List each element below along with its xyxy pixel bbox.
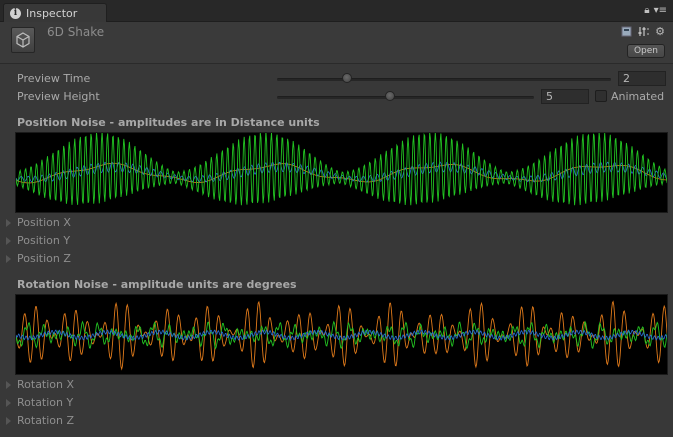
lock-icon[interactable]: 🔒︎	[644, 5, 649, 16]
foldout-rotation-y[interactable]: Rotation Y	[0, 395, 673, 411]
preview-height-slider[interactable]	[277, 96, 534, 99]
foldout-label: Rotation Z	[17, 414, 75, 427]
settings-sliders-icon[interactable]	[637, 26, 649, 38]
noise-waveform	[16, 133, 667, 206]
foldout-rotation-x[interactable]: Rotation X	[0, 377, 673, 393]
info-icon: i	[10, 7, 21, 19]
foldout-label: Position X	[17, 216, 71, 229]
foldout-position-z[interactable]: Position Z	[0, 251, 673, 267]
menu-icon[interactable]: ▾≡	[654, 5, 667, 16]
open-button[interactable]: Open	[627, 44, 665, 58]
preview-height-label: Preview Height	[17, 90, 100, 103]
tab-inspector[interactable]: i Inspector	[3, 3, 107, 22]
position-noise-title: Position Noise - amplitudes are in Dista…	[17, 116, 320, 129]
preview-time-field[interactable]: 2	[618, 71, 666, 86]
tab-inspector-label: Inspector	[26, 6, 78, 20]
rotation-noise-graph	[15, 294, 668, 375]
foldout-arrow-icon	[6, 417, 11, 425]
foldout-label: Rotation X	[17, 378, 75, 391]
foldout-label: Position Z	[17, 252, 71, 265]
position-noise-graph	[15, 132, 668, 213]
asset-title: 6D Shake	[47, 25, 105, 39]
preview-height-row: Preview Height 5 Animated	[0, 89, 673, 105]
animated-checkbox[interactable]	[595, 90, 607, 102]
animated-label: Animated	[611, 90, 665, 103]
unity-asset-icon	[11, 27, 35, 53]
preview-height-field[interactable]: 5	[541, 89, 589, 104]
object-header: 6D Shake ⚙ Open	[0, 22, 673, 64]
preview-time-slider[interactable]	[277, 78, 611, 81]
rotation-noise-title: Rotation Noise - amplitude units are deg…	[17, 278, 297, 291]
preview-height-slider-thumb[interactable]	[385, 91, 396, 101]
gear-icon[interactable]: ⚙	[654, 26, 666, 38]
script-icon[interactable]	[620, 26, 632, 38]
foldout-rotation-z[interactable]: Rotation Z	[0, 413, 673, 429]
tab-tools: 🔒︎ ▾≡	[644, 5, 667, 16]
preview-time-slider-thumb[interactable]	[342, 73, 353, 83]
preview-time-row: Preview Time 2	[0, 71, 673, 87]
foldout-label: Rotation Y	[17, 396, 74, 409]
foldout-label: Position Y	[17, 234, 71, 247]
foldout-arrow-icon	[6, 219, 11, 227]
foldout-arrow-icon	[6, 381, 11, 389]
foldout-position-x[interactable]: Position X	[0, 215, 673, 231]
inspector-tab-bar: i Inspector 🔒︎ ▾≡	[0, 0, 673, 22]
preview-time-label: Preview Time	[17, 72, 91, 85]
foldout-arrow-icon	[6, 255, 11, 263]
foldout-arrow-icon	[6, 237, 11, 245]
foldout-arrow-icon	[6, 399, 11, 407]
foldout-position-y[interactable]: Position Y	[0, 233, 673, 249]
